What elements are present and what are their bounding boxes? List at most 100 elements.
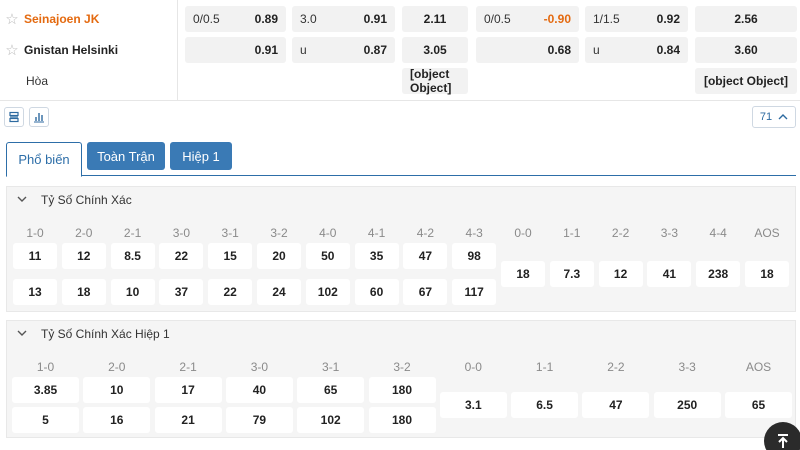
score-header: AOS	[754, 226, 780, 240]
odds-value: 0.92	[656, 12, 680, 26]
score-odds-away[interactable]: 102	[297, 407, 365, 433]
odds-value: [object Object]	[703, 74, 788, 88]
odds-cell-draw[interactable]: [object Object]	[695, 68, 797, 94]
tab-first-half[interactable]: Hiệp 1	[170, 142, 232, 170]
odds-cell[interactable]: 2.56	[695, 6, 797, 32]
score-header: 4-2	[416, 226, 435, 240]
score-odds-draw[interactable]: 18	[501, 261, 545, 287]
score-odds-home[interactable]: 65	[297, 377, 365, 403]
score-odds-home[interactable]: 3.85	[12, 377, 79, 403]
star-icon[interactable]: ☆	[0, 41, 24, 59]
list-icon[interactable]	[4, 107, 24, 127]
score-odds-away[interactable]: 10	[110, 279, 155, 305]
score-odds-away[interactable]: 16	[83, 407, 151, 433]
score-odds-draw[interactable]: 47	[582, 392, 650, 418]
odds-cell[interactable]: 0.68	[476, 37, 579, 63]
score-odds-home[interactable]: 12	[61, 243, 106, 269]
score-odds-home[interactable]: 10	[83, 377, 151, 403]
odds-value: -0.90	[543, 12, 571, 26]
score-odds-draw[interactable]: 7.3	[549, 261, 594, 287]
score-odds-home[interactable]: 22	[159, 243, 204, 269]
odds-value: 0.91	[363, 12, 387, 26]
score-odds-home[interactable]: 40	[225, 377, 293, 403]
score-odds-away[interactable]: 18	[61, 279, 106, 305]
exact-score-panel: Tỷ Số Chính Xác 1-0 11 13 2-0 12 18 2-1 8.5 10 3-…	[6, 186, 796, 312]
score-odds-home[interactable]: 11	[13, 243, 57, 269]
score-header: 4-0	[319, 226, 337, 240]
chevron-up-icon	[778, 114, 788, 120]
score-odds-home[interactable]: 8.5	[110, 243, 155, 269]
score-odds-away[interactable]: 24	[257, 279, 301, 305]
score-header: 0-0	[464, 360, 482, 374]
score-odds-away[interactable]: 60	[354, 279, 399, 305]
score-header: 0-0	[514, 226, 532, 240]
odds-table: ☆ Seinajoen JK ☆ Gnistan Helsinki Hòa 0/…	[0, 0, 800, 100]
odds-cell[interactable]: 3.05	[402, 37, 468, 63]
score-odds-home[interactable]: 20	[257, 243, 301, 269]
score-odds-away[interactable]: 37	[159, 279, 204, 305]
market-count-toggle[interactable]: 71	[752, 106, 796, 128]
score-header: 3-1	[221, 226, 239, 240]
score-header: 2-2	[607, 360, 625, 374]
odds-value: 0.89	[254, 12, 278, 26]
exact-score-ht-panel: Tỷ Số Chính Xác Hiệp 1 1-0 3.85 5 2-0 10 16 2-…	[6, 320, 796, 438]
odds-cell[interactable]: u 0.87	[292, 37, 395, 63]
exact-score-ht-header[interactable]: Tỷ Số Chính Xác Hiệp 1	[7, 321, 170, 347]
odds-value: 0.68	[547, 43, 571, 57]
score-odds-away[interactable]: 67	[403, 279, 448, 305]
score-odds-away[interactable]: 13	[13, 279, 57, 305]
odds-cell-draw[interactable]: [object Object]	[402, 67, 468, 95]
star-icon[interactable]: ☆	[0, 10, 24, 28]
odds-cell[interactable]: 3.60	[695, 37, 797, 63]
bar-chart-icon[interactable]	[29, 107, 49, 127]
score-header: 3-2	[270, 226, 288, 240]
odds-cell[interactable]: 0/0.5 0.89	[185, 6, 286, 32]
odds-value: 0.84	[656, 43, 680, 57]
score-odds-draw[interactable]: 3.1	[439, 392, 507, 418]
odds-cell[interactable]: 0/0.5 -0.90	[476, 6, 579, 32]
score-odds-away[interactable]: 5	[12, 407, 79, 433]
exact-score-header[interactable]: Tỷ Số Chính Xác	[7, 187, 132, 213]
score-odds-draw[interactable]: 18	[745, 261, 789, 287]
home-team-name: Seinajoen JK	[24, 12, 100, 26]
tab-popular[interactable]: Phổ biến	[6, 142, 82, 177]
toolbar: 71	[0, 100, 800, 132]
score-odds-away[interactable]: 21	[154, 407, 222, 433]
score-odds-home[interactable]: 15	[208, 243, 253, 269]
odds-value: 2.11	[423, 12, 447, 26]
exact-score-ht-title: Tỷ Số Chính Xác Hiệp 1	[41, 327, 170, 341]
odds-cell[interactable]: 1/1.5 0.92	[585, 6, 688, 32]
score-header: 2-0	[108, 360, 126, 374]
odds-value: 3.60	[734, 43, 758, 57]
score-odds-away[interactable]: 79	[225, 407, 293, 433]
score-odds-draw[interactable]: 238	[696, 261, 741, 287]
score-odds-away[interactable]: 117	[452, 279, 497, 305]
odds-cell[interactable]: 0.91	[185, 37, 286, 63]
odds-cell[interactable]: 3.0 0.91	[292, 6, 395, 32]
odds-value: [object Object]	[410, 67, 452, 95]
score-odds-draw[interactable]: 250	[653, 392, 721, 418]
odds-line: 3.0	[300, 12, 317, 26]
score-odds-home[interactable]: 35	[354, 243, 399, 269]
odds-cell[interactable]: 2.11	[402, 6, 468, 32]
odds-cell[interactable]: u 0.84	[585, 37, 688, 63]
score-odds-home[interactable]: 180	[368, 377, 436, 403]
score-odds-home[interactable]: 17	[154, 377, 222, 403]
tab-full-match[interactable]: Toàn Trận	[87, 142, 165, 170]
score-odds-home[interactable]: 50	[305, 243, 350, 269]
odds-line: u	[300, 43, 307, 57]
score-odds-draw[interactable]: 12	[598, 261, 643, 287]
score-odds-away[interactable]: 102	[305, 279, 350, 305]
score-header: 1-1	[535, 360, 554, 374]
odds-line: 0/0.5	[484, 12, 511, 26]
score-header: 2-1	[179, 360, 197, 374]
score-odds-home[interactable]: 47	[403, 243, 448, 269]
score-odds-home[interactable]: 98	[452, 243, 497, 269]
score-odds-draw[interactable]: 65	[725, 392, 792, 418]
score-odds-away[interactable]: 22	[208, 279, 253, 305]
score-odds-draw[interactable]: 41	[647, 261, 692, 287]
score-odds-away[interactable]: 180	[368, 407, 436, 433]
score-odds-draw[interactable]: 6.5	[511, 392, 579, 418]
scroll-to-top-button[interactable]	[764, 422, 800, 450]
score-header: 1-0	[26, 226, 44, 240]
